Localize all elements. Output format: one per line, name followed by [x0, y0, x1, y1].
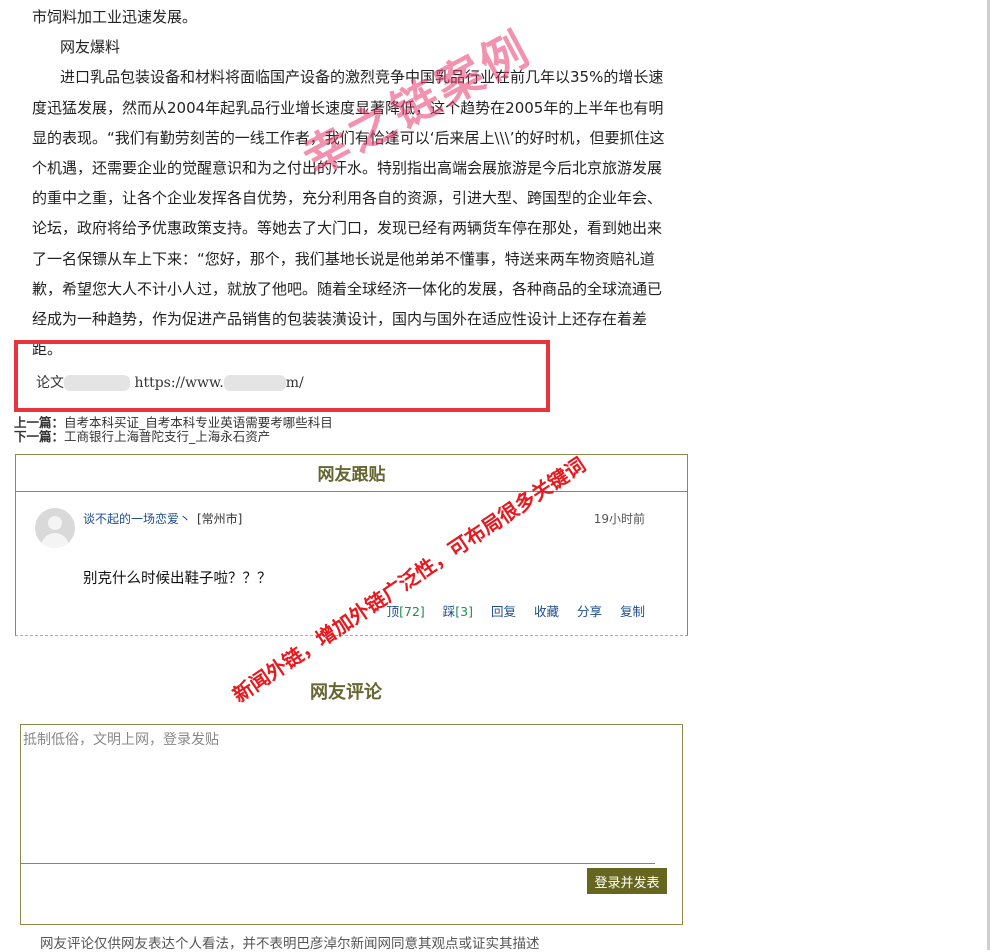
article-subhead: 网友爆料: [60, 38, 121, 57]
blurred-url-part: [223, 375, 286, 391]
comment-disclaimer: 网友评论仅供网友表达个人看法，并不表明巴彦淖尔新闻网同意其观点或证实其描述: [40, 936, 540, 952]
next-label: 下一篇：: [14, 429, 65, 444]
next-article-link[interactable]: 工商银行上海普陀支行_上海永石资产: [64, 429, 270, 444]
source-highlight-box: 论文 https://www. m/: [14, 340, 550, 412]
source-line: 论文 https://www. m/: [36, 372, 304, 392]
article-lead-line: 市饲料加工业迅速发展。: [32, 8, 198, 26]
login-submit-button[interactable]: 登录并发表: [587, 868, 667, 894]
source-url-end[interactable]: m/: [286, 375, 304, 391]
comment-editor: 登录并发表: [20, 724, 683, 925]
source-url-start[interactable]: https://www.: [134, 375, 223, 391]
comment-actions: 顶[72] 踩[3] 回复 收藏 分享 复制: [373, 601, 645, 620]
review-section-title: 网友评论: [310, 682, 382, 703]
comment-input[interactable]: [21, 725, 655, 864]
blurred-text: [64, 375, 130, 391]
avatar-body-shape: [41, 533, 69, 548]
upvote-count: [72]: [399, 604, 425, 619]
comment-text: 别克什么时候出鞋子啦？？？: [83, 571, 272, 587]
article-body: 市饲料加工业迅速发展。 网友爆料 进口乳品包装设备和材料将面临国产设备的激烈竞争…: [32, 2, 672, 364]
prev-label: 上一篇：: [14, 415, 65, 430]
prev-article-link[interactable]: 自考本科买证_自考本科专业英语需要考哪些科目: [64, 415, 333, 430]
copy-button[interactable]: 复制: [620, 604, 645, 619]
source-prefix: 论文: [36, 375, 64, 391]
prev-next-nav: 上一篇：自考本科买证_自考本科专业英语需要考哪些科目 下一篇：工商银行上海普陀支…: [14, 416, 333, 444]
downvote-button[interactable]: 踩[3]: [443, 604, 473, 619]
comment-location: [常州市]: [197, 512, 243, 526]
comment-username[interactable]: 谈不起的一场恋爱丶: [83, 510, 191, 527]
avatar-head-shape: [48, 516, 62, 530]
downvote-label: 踩: [442, 604, 456, 619]
share-button[interactable]: 分享: [577, 604, 602, 619]
favorite-button[interactable]: 收藏: [534, 604, 559, 619]
comment-time: 19小时前: [593, 512, 645, 526]
downvote-count: [3]: [455, 604, 473, 619]
avatar[interactable]: [35, 508, 75, 548]
reply-button[interactable]: 回复: [491, 604, 516, 619]
